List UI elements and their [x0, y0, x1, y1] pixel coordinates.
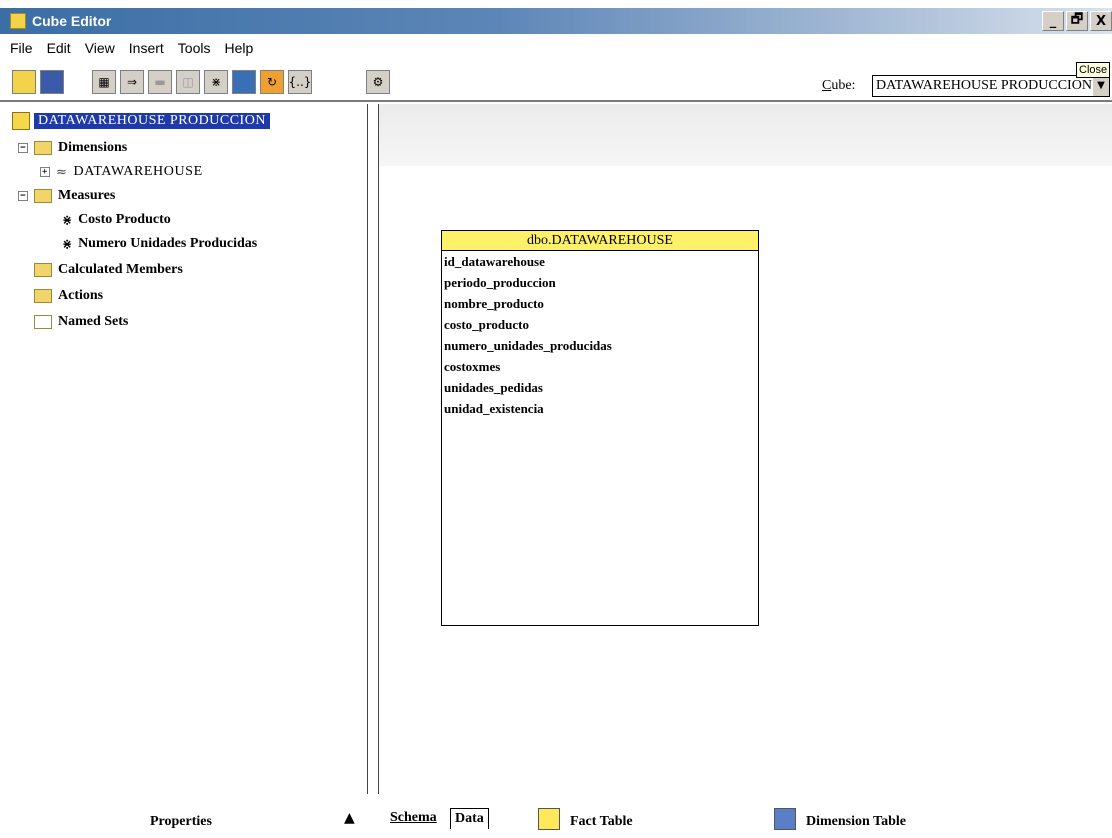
measure-icon[interactable]: ⋇	[204, 70, 228, 94]
tree-named-sets[interactable]: Named Sets	[34, 314, 128, 330]
save-icon[interactable]	[40, 70, 64, 94]
tree-calculated-members[interactable]: Calculated Members	[34, 262, 183, 278]
menu-bar: File Edit View Insert Tools Help	[0, 36, 1112, 60]
tree-actions[interactable]: Actions	[34, 288, 103, 304]
tree-measure-costo-producto[interactable]: ⋇ Costo Producto	[62, 212, 171, 228]
folder-icon	[34, 315, 52, 329]
menu-insert[interactable]: Insert	[129, 40, 164, 56]
tree-dimension-datawarehouse[interactable]: + ≈ DATAWAREHOUSE	[40, 164, 203, 180]
collapse-icon[interactable]: −	[18, 191, 28, 201]
menu-help[interactable]: Help	[224, 40, 253, 56]
tab-schema[interactable]: Schema	[386, 808, 441, 828]
fact-table-swatch	[538, 808, 560, 830]
table-field[interactable]: unidades_pedidas	[442, 377, 758, 398]
tree-measures[interactable]: − Measures	[18, 188, 115, 204]
restore-button[interactable]: 🗗	[1066, 11, 1088, 31]
table-field[interactable]: periodo_produccion	[442, 272, 758, 293]
minimize-button[interactable]: _	[1042, 11, 1064, 31]
table-field[interactable]: id_datawarehouse	[442, 251, 758, 272]
menu-tools[interactable]: Tools	[178, 40, 211, 56]
table-field[interactable]: costoxmes	[442, 356, 758, 377]
fact-table-box[interactable]: dbo.DATAWAREHOUSE id_datawarehouse perio…	[441, 230, 759, 626]
menu-view[interactable]: View	[85, 40, 115, 56]
refresh-icon[interactable]: ↻	[260, 70, 284, 94]
table-field[interactable]: costo_producto	[442, 314, 758, 335]
window-title: Cube Editor	[32, 13, 112, 29]
properties-label: Properties	[150, 814, 212, 829]
cube-select[interactable]: DATAWAREHOUSE PRODUCCION ▼	[872, 75, 1110, 97]
folder-icon	[34, 263, 52, 277]
tree-root[interactable]: DATAWAREHOUSE PRODUCCION	[12, 112, 270, 130]
legend-dimension-label: Dimension Table	[806, 814, 906, 829]
calc-member-icon[interactable]: {..}	[288, 70, 312, 94]
disabled-2-icon[interactable]: ◫	[176, 70, 200, 94]
measure-icon: ⋇	[62, 237, 73, 251]
tree-measure-numero-unidades[interactable]: ⋇ Numero Unidades Producidas	[62, 236, 257, 252]
close-button[interactable]: X	[1090, 11, 1112, 31]
cube-tree: DATAWAREHOUSE PRODUCCION − Dimensions + …	[0, 104, 368, 794]
chevron-up-icon[interactable]: ▲	[344, 810, 355, 826]
disabled-icon[interactable]: ▬	[148, 70, 172, 94]
cube-icon	[12, 112, 30, 130]
title-bar[interactable]: Cube Editor _ 🗗 X	[0, 8, 1112, 34]
bottom-bar: Properties ▲ Schema Data Fact Table Dime…	[0, 798, 1112, 838]
legend-fact-label: Fact Table	[570, 814, 633, 829]
dimension-icon[interactable]: ⇒	[120, 70, 144, 94]
schema-header-band	[379, 104, 1112, 166]
collapse-icon[interactable]: −	[18, 143, 28, 153]
expand-icon[interactable]: +	[40, 167, 50, 177]
cube-select-value: DATAWAREHOUSE PRODUCCION	[876, 78, 1092, 93]
menu-edit[interactable]: Edit	[47, 40, 71, 56]
process-icon[interactable]	[232, 70, 256, 94]
menu-file[interactable]: File	[10, 40, 33, 56]
cube-label: Cube:	[822, 78, 856, 93]
cube-editor-window: Cube Editor _ 🗗 X File Edit View Insert …	[0, 0, 1112, 838]
table-icon[interactable]: ▦	[92, 70, 116, 94]
tree-dimensions[interactable]: − Dimensions	[18, 140, 127, 156]
table-field[interactable]: unidad_existencia	[442, 398, 758, 419]
wizard-icon[interactable]: ⚙	[366, 70, 390, 94]
chevron-down-icon[interactable]: ▼	[1093, 76, 1109, 96]
app-icon	[10, 13, 26, 29]
schema-pane: dbo.DATAWAREHOUSE id_datawarehouse perio…	[378, 104, 1112, 794]
table-field[interactable]: nombre_producto	[442, 293, 758, 314]
field-list: id_datawarehouse periodo_produccion nomb…	[442, 251, 758, 419]
dimension-table-swatch	[774, 808, 796, 830]
new-cube-icon[interactable]	[12, 70, 36, 94]
folder-icon	[34, 289, 52, 303]
table-title: dbo.DATAWAREHOUSE	[442, 231, 758, 251]
toolbar: ▦ ⇒ ▬ ◫ ⋇ ↻ {..} ⚙ Cube: DATAWAREHOUSE P…	[0, 64, 1112, 102]
table-field[interactable]: numero_unidades_producidas	[442, 335, 758, 356]
window-controls: _ 🗗 X	[1040, 11, 1112, 31]
tab-data[interactable]: Data	[450, 808, 489, 829]
folder-icon	[34, 141, 52, 155]
folder-icon	[34, 189, 52, 203]
measure-icon: ⋇	[62, 213, 73, 227]
close-tooltip: Close	[1076, 62, 1111, 78]
dimension-icon: ≈	[56, 164, 68, 180]
